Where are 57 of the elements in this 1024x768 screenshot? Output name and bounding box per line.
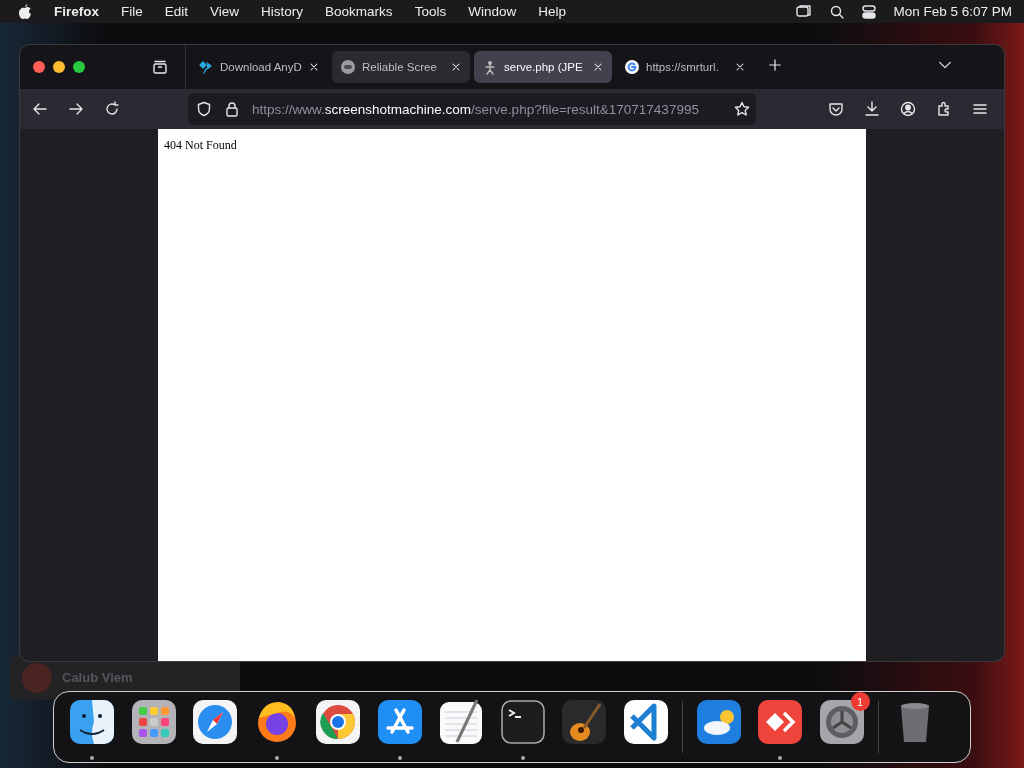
close-icon[interactable]	[734, 61, 746, 73]
app-menu[interactable]: Firefox	[54, 4, 99, 19]
browser-tab[interactable]: Download AnyD	[190, 51, 328, 83]
address-bar[interactable]: https://www.screenshotmachine.com/serve.php?file=result&170717437995	[188, 93, 756, 125]
browser-tab[interactable]: https://smrturl.	[616, 51, 754, 83]
code-ribbon-icon[interactable]	[621, 698, 670, 746]
cloud-sun-icon[interactable]	[694, 698, 743, 746]
apple-icon[interactable]	[18, 3, 32, 20]
finder-face-icon[interactable]	[68, 698, 116, 746]
plus-icon[interactable]	[768, 58, 782, 72]
close-button[interactable]	[33, 61, 45, 73]
gear-icon[interactable]	[817, 698, 866, 746]
close-icon[interactable]	[308, 61, 320, 73]
app-store-a-icon[interactable]	[375, 698, 424, 746]
reload-icon[interactable]	[104, 101, 120, 117]
forward-arrow-icon[interactable]	[68, 101, 84, 117]
notepad-pen-icon[interactable]	[437, 698, 485, 746]
robot-icon	[340, 59, 356, 75]
puzzle-piece-icon[interactable]	[936, 101, 952, 117]
tray-box-icon[interactable]	[152, 59, 168, 75]
close-icon[interactable]	[592, 61, 604, 73]
close-icon[interactable]	[450, 61, 462, 73]
menu-item[interactable]: Help	[538, 4, 566, 19]
zoom-button[interactable]	[73, 61, 85, 73]
back-arrow-icon[interactable]	[32, 101, 48, 117]
avatar	[22, 662, 52, 693]
lock-icon[interactable]	[224, 101, 240, 117]
notification-badge: 1	[850, 692, 870, 711]
download-icon[interactable]	[864, 101, 880, 117]
pocket-icon[interactable]	[828, 101, 844, 117]
figure-icon	[482, 59, 498, 75]
menu-clock[interactable]: Mon Feb 5 6:07 PM	[893, 4, 1012, 19]
app-grid-icon[interactable]	[129, 698, 178, 746]
account-icon[interactable]	[900, 101, 916, 117]
search-icon[interactable]	[829, 3, 846, 20]
menu-item[interactable]: Edit	[164, 4, 189, 19]
menu-icon[interactable]	[972, 101, 988, 117]
stacked-windows-icon[interactable]	[795, 3, 814, 20]
browser-tab[interactable]: serve.php (JPE	[474, 51, 612, 83]
menu-item[interactable]: Tools	[414, 4, 447, 19]
menu-item[interactable]: Window	[468, 4, 517, 19]
terminal-prompt-icon[interactable]	[498, 698, 547, 746]
double-chevron-icon[interactable]	[756, 698, 804, 746]
minimize-button[interactable]	[53, 61, 65, 73]
menu-item[interactable]: File	[121, 4, 143, 19]
toggle-switches-icon[interactable]	[861, 3, 878, 20]
error-message: 404 Not Found	[164, 138, 237, 152]
browser-tab[interactable]: Reliable Scree	[332, 51, 470, 83]
menu-item[interactable]: History	[261, 4, 304, 19]
menu-item[interactable]: Bookmarks	[325, 4, 393, 19]
google-g-icon	[624, 59, 640, 75]
diamond-arrow-icon	[198, 59, 214, 75]
guitar-icon[interactable]	[560, 698, 608, 746]
compass-icon[interactable]	[191, 698, 239, 746]
menu-item[interactable]: View	[210, 4, 240, 19]
shield-icon[interactable]	[196, 101, 212, 117]
star-icon[interactable]	[734, 101, 750, 117]
